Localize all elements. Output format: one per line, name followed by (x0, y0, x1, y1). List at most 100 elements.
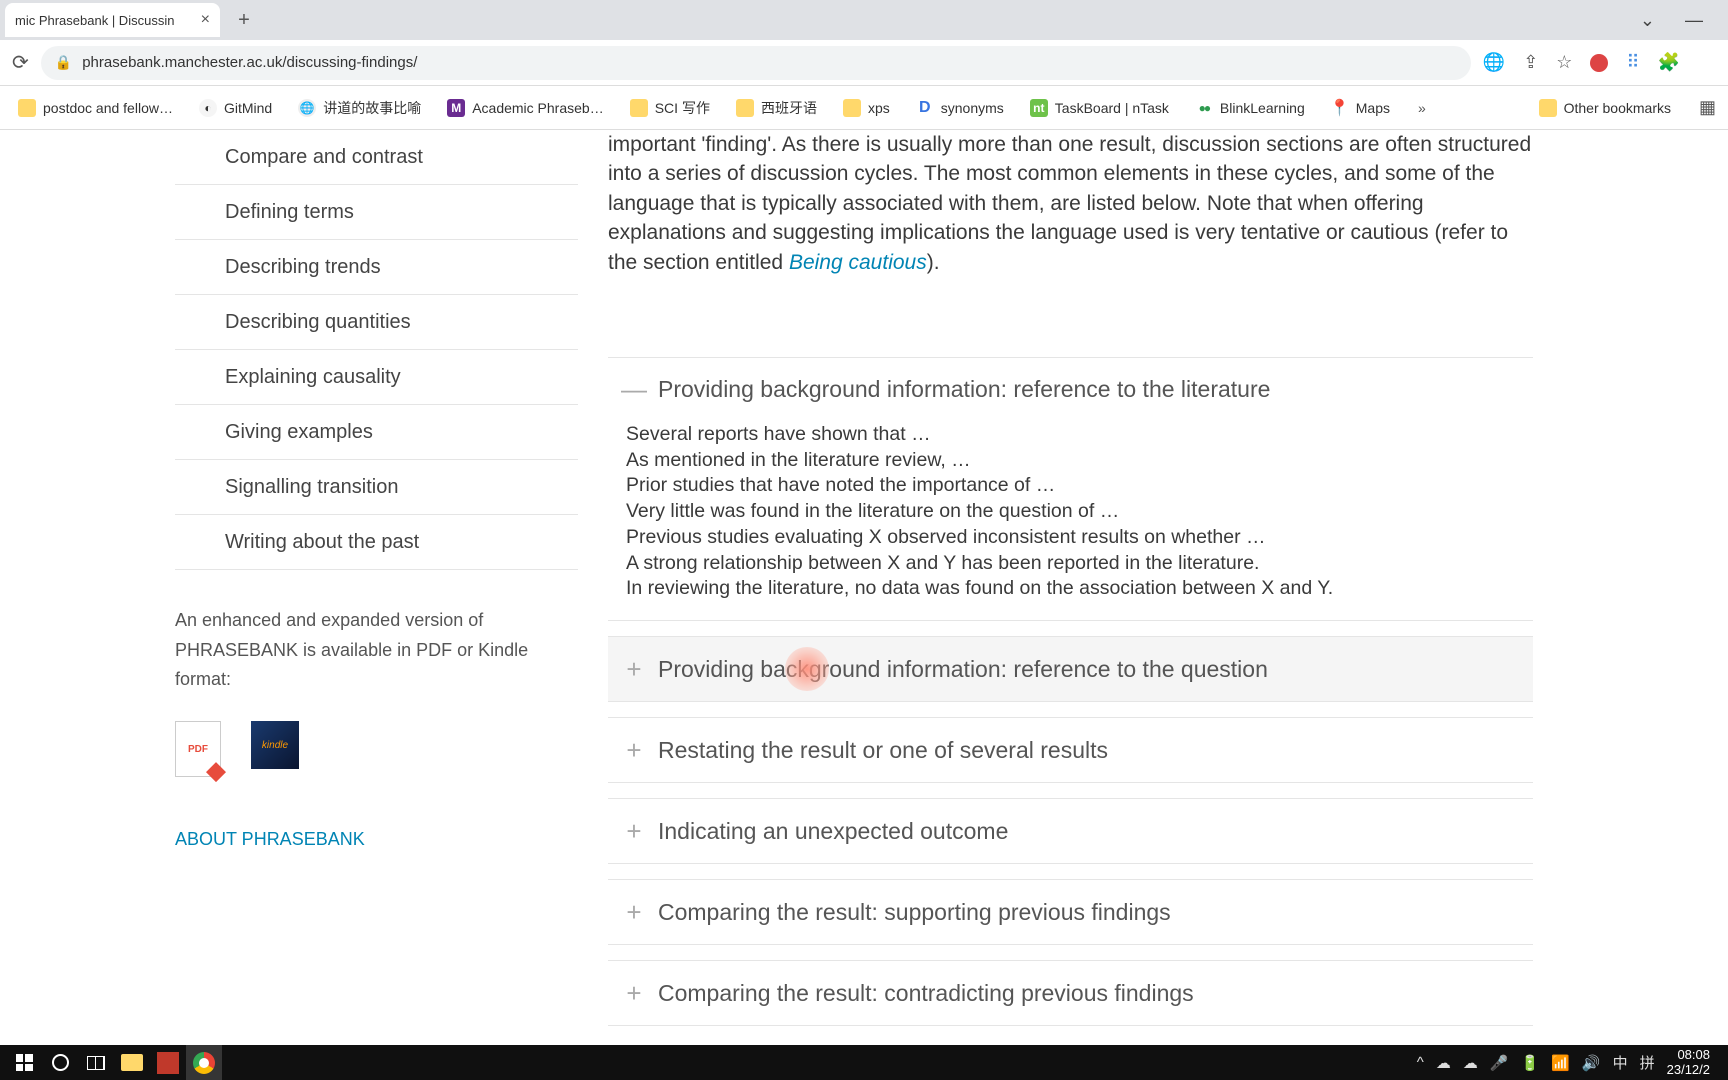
tabs-dropdown-icon[interactable]: ⌄ (1640, 10, 1655, 31)
taskbar: ^ ☁ ☁ 🎤 🔋 📶 🔊 中 拼 08:08 23/12/2 (0, 1045, 1728, 1080)
folder-icon (736, 99, 754, 117)
bookmark-blinklearning[interactable]: ●● BlinkLearning (1189, 95, 1311, 121)
accordion-item-supporting: + Comparing the result: supporting previ… (608, 879, 1533, 945)
folder-icon (843, 99, 861, 117)
accordion-item-literature: — Providing background information: refe… (608, 357, 1533, 621)
share-icon[interactable]: ⇪ (1523, 52, 1538, 73)
accordion-title: Restating the result or one of several r… (658, 737, 1108, 764)
expand-icon: + (622, 819, 646, 843)
expand-icon: + (622, 738, 646, 762)
blinklearning-icon: ●● (1195, 99, 1213, 117)
about-phrasebank-link[interactable]: ABOUT PHRASEBANK (175, 829, 578, 850)
accordion-header[interactable]: — Providing background information: refe… (608, 358, 1533, 422)
bookmark-ntask[interactable]: nt TaskBoard | nTask (1024, 95, 1175, 121)
task-view-button[interactable] (78, 1045, 114, 1080)
sidebar-item-describing-trends[interactable]: Describing trends (175, 240, 578, 295)
sidebar-item-signalling-transition[interactable]: Signalling transition (175, 460, 578, 515)
other-bookmarks-label: Other bookmarks (1564, 100, 1671, 116)
battery-icon[interactable]: 🔋 (1521, 1054, 1540, 1072)
close-tab-icon[interactable]: × (201, 11, 210, 29)
accordion-header[interactable]: + Restating the result or one of several… (608, 718, 1533, 782)
being-cautious-link[interactable]: Being cautious (789, 251, 927, 274)
sidebar-item-describing-quantities[interactable]: Describing quantities (175, 295, 578, 350)
accordion-title: Providing background information: refere… (658, 656, 1268, 683)
accordion-title: Providing background information: refere… (658, 376, 1270, 403)
start-button[interactable] (6, 1045, 42, 1080)
bookmark-maps[interactable]: 📍 Maps (1325, 95, 1396, 121)
cloud-icon[interactable]: ☁ (1463, 1054, 1478, 1072)
bookmark-synonyms[interactable]: D synonyms (910, 95, 1010, 121)
phrase-line: Very little was found in the literature … (626, 499, 1533, 525)
wifi-icon[interactable]: 📶 (1551, 1054, 1570, 1072)
bookmarks-bar: postdoc and fellow… ◐ GitMind 🌐 讲道的故事比喻 … (0, 86, 1728, 130)
minimize-window-icon[interactable]: — (1685, 10, 1703, 31)
expand-icon: + (622, 900, 646, 924)
clock[interactable]: 08:08 23/12/2 (1667, 1048, 1710, 1078)
accordion-header[interactable]: + Indicating an unexpected outcome (608, 799, 1533, 863)
sidebar-item-explaining-causality[interactable]: Explaining causality (175, 350, 578, 405)
sidebar: Compare and contrast Defining terms Desc… (0, 130, 608, 1045)
manchester-icon: M (447, 99, 465, 117)
page-content: Compare and contrast Defining terms Desc… (0, 130, 1728, 1045)
browser-tab[interactable]: mic Phrasebank | Discussin × (5, 3, 220, 37)
browser-chrome: mic Phrasebank | Discussin × + ⌄ — ⟳ 🔒 p… (0, 0, 1728, 130)
bookmark-stories[interactable]: 🌐 讲道的故事比喻 (292, 94, 427, 122)
accordion-body: Several reports have shown that … As men… (608, 422, 1533, 620)
sidebar-item-giving-examples[interactable]: Giving examples (175, 405, 578, 460)
bookmark-gitmind[interactable]: ◐ GitMind (193, 95, 278, 121)
phrase-line: As mentioned in the literature review, … (626, 448, 1533, 474)
system-tray: ^ ☁ ☁ 🎤 🔋 📶 🔊 中 拼 08:08 23/12/2 (1417, 1048, 1722, 1078)
intro-text: important 'finding'. As there is usually… (608, 133, 1531, 274)
url-input[interactable]: 🔒 phrasebank.manchester.ac.uk/discussing… (41, 46, 1471, 80)
sidebar-item-compare-contrast[interactable]: Compare and contrast (175, 130, 578, 185)
ntask-icon: nt (1030, 99, 1048, 117)
cortana-button[interactable] (42, 1045, 78, 1080)
sidebar-note: An enhanced and expanded version of PHRA… (175, 606, 578, 695)
bookmark-label: SCI 写作 (655, 98, 710, 118)
bookmark-academic-phrasebank[interactable]: M Academic Phraseb… (441, 95, 610, 121)
extensions-icon[interactable]: 🧩 (1658, 52, 1680, 73)
bookmark-label: TaskBoard | nTask (1055, 100, 1169, 116)
accordion-header[interactable]: + Comparing the result: contradicting pr… (608, 961, 1533, 1025)
translate-icon[interactable]: 🌐 (1483, 52, 1505, 73)
lock-icon[interactable]: 🔒 (55, 54, 72, 71)
folder-icon (1539, 99, 1557, 117)
sidebar-item-defining-terms[interactable]: Defining terms (175, 185, 578, 240)
bookmark-label: 西班牙语 (761, 98, 817, 118)
main-content: important 'finding'. As there is usually… (608, 130, 1728, 1045)
bookmark-spanish[interactable]: 西班牙语 (730, 94, 823, 122)
volume-icon[interactable]: 🔊 (1582, 1054, 1601, 1072)
phrase-line: Several reports have shown that … (626, 422, 1533, 448)
pdf-icon[interactable]: PDF (175, 721, 221, 777)
file-explorer-button[interactable] (114, 1045, 150, 1080)
ime-pin-icon[interactable]: 拼 (1640, 1052, 1655, 1073)
reading-list-icon[interactable]: ▦ (1699, 97, 1716, 118)
bookmarks-overflow-icon[interactable]: » (1418, 100, 1426, 116)
bookmark-postdoc[interactable]: postdoc and fellow… (12, 95, 179, 121)
other-bookmarks[interactable]: Other bookmarks (1539, 99, 1671, 117)
mendeley-button[interactable] (150, 1045, 186, 1080)
bookmark-sci-writing[interactable]: SCI 写作 (624, 94, 716, 122)
phrase-line: A strong relationship between X and Y ha… (626, 551, 1533, 577)
onedrive-icon[interactable]: ☁ (1436, 1054, 1451, 1072)
extension-red-icon[interactable] (1590, 54, 1608, 72)
reload-icon[interactable]: ⟳ (12, 50, 29, 75)
accordion-header[interactable]: + Providing background information: refe… (608, 637, 1533, 701)
bookmark-star-icon[interactable]: ☆ (1556, 52, 1572, 73)
accordion-header[interactable]: + Comparing the result: supporting previ… (608, 880, 1533, 944)
bookmark-xps[interactable]: xps (837, 95, 896, 121)
kindle-icon[interactable]: kindle (251, 721, 299, 769)
ime-zhong-icon[interactable]: 中 (1613, 1052, 1628, 1073)
new-tab-button[interactable]: + (230, 6, 258, 34)
accordion-title: Indicating an unexpected outcome (658, 818, 1008, 845)
google-translate-icon[interactable]: ⠿ (1626, 52, 1639, 73)
phrase-line: Previous studies evaluating X observed i… (626, 525, 1533, 551)
maps-pin-icon: 📍 (1331, 99, 1349, 117)
chrome-button[interactable] (186, 1045, 222, 1080)
sidebar-item-writing-past[interactable]: Writing about the past (175, 515, 578, 570)
format-icons: PDF kindle (175, 721, 578, 777)
date: 23/12/2 (1667, 1063, 1710, 1078)
collapse-icon: — (622, 378, 646, 402)
mic-icon[interactable]: 🎤 (1490, 1054, 1509, 1072)
tray-expand-icon[interactable]: ^ (1417, 1054, 1424, 1071)
